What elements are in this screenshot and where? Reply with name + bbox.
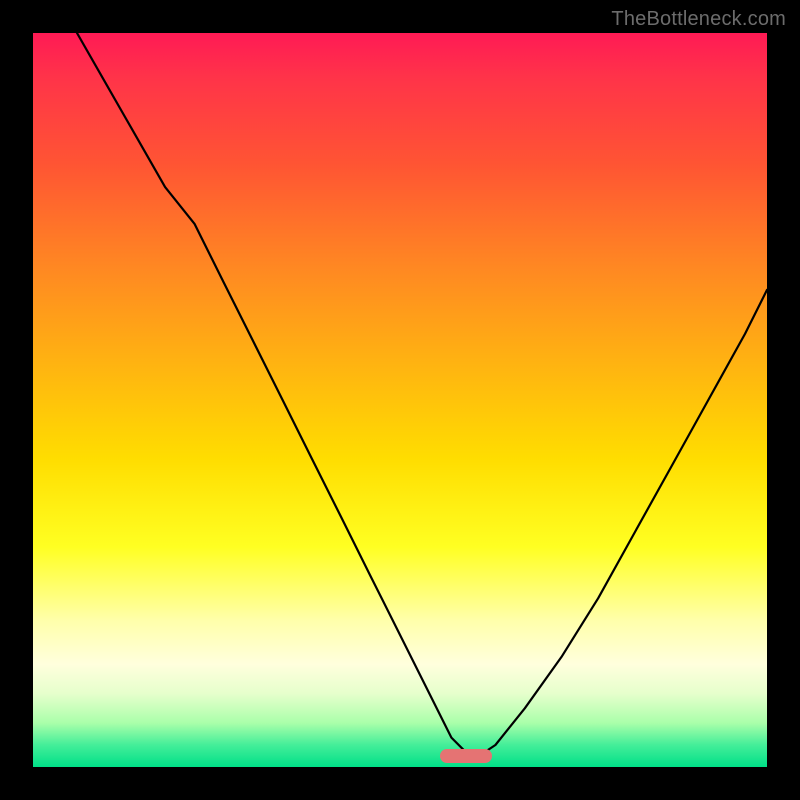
chart-container: TheBottleneck.com	[0, 0, 800, 800]
bottleneck-curve-path	[77, 33, 767, 760]
optimal-zone-marker	[440, 749, 491, 762]
plot-area	[33, 33, 767, 767]
curve-svg	[33, 33, 767, 767]
watermark-text: TheBottleneck.com	[611, 8, 786, 31]
